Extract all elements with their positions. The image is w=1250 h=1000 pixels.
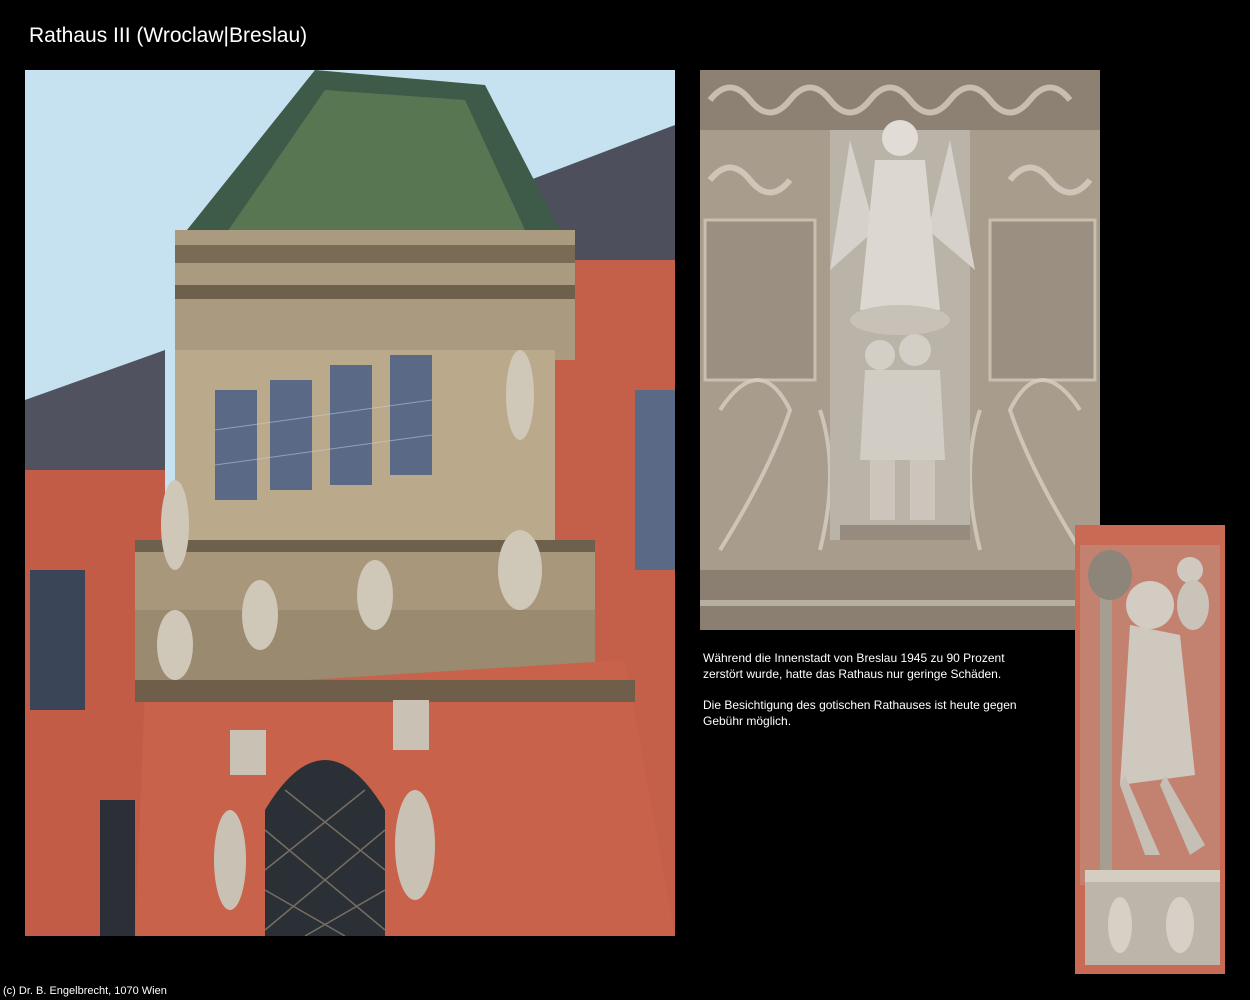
page-title: Rathaus III (Wroclaw|Breslau) (29, 24, 308, 47)
caption-text: Während die Innenstadt von Breslau 1945 … (703, 650, 1033, 744)
main-photo-townhall-oriel (25, 70, 675, 936)
copyright-footer: (c) Dr. B. Engelbrecht, 1070 Wien (3, 985, 167, 997)
photo-st-christopher-statue (1075, 525, 1225, 974)
photo-angel-corbel-detail (700, 70, 1100, 630)
caption-paragraph-2: Die Besichtigung des gotischen Rathauses… (703, 698, 1017, 728)
caption-paragraph-1: Während die Innenstadt von Breslau 1945 … (703, 651, 1005, 681)
